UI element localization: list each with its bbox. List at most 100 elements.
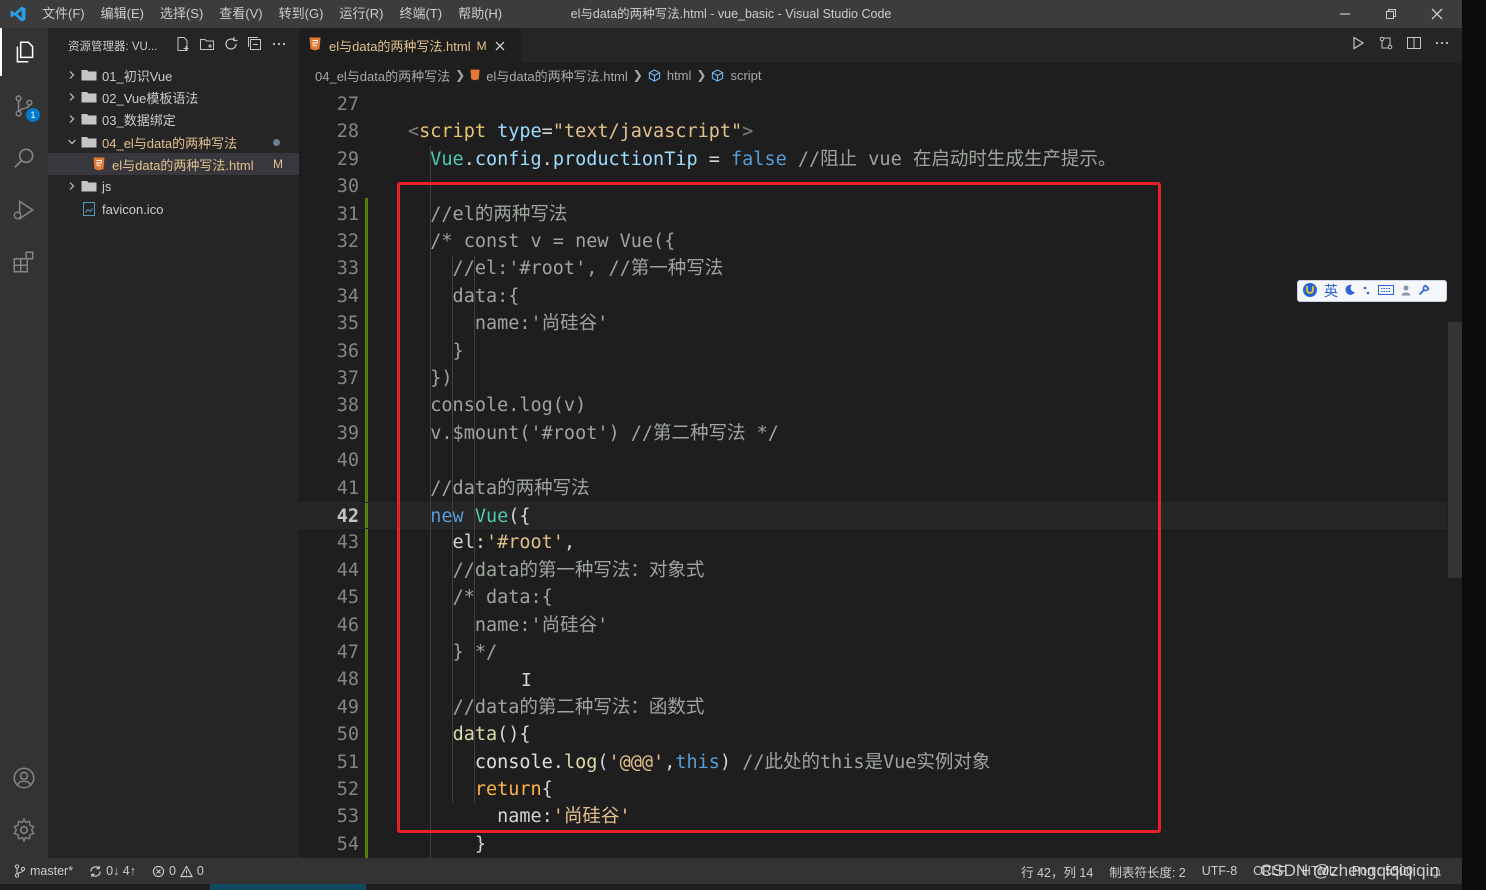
code-line[interactable]: 51 console.log('@@@',this) //此处的this是Vue… [299,749,1447,776]
status-encoding[interactable]: UTF-8 [1194,864,1245,878]
status-problems[interactable]: 0 0 [144,864,212,878]
tree-folder-01[interactable]: 01_初识Vue [48,64,299,86]
activity-extensions[interactable] [0,238,48,286]
breadcrumb-html[interactable]: html [667,68,692,83]
line-number: 50 [336,724,359,746]
editor-more-button[interactable] [1434,35,1450,56]
status-indentation[interactable]: 制表符长度: 2 [1101,862,1193,881]
tree-label: 04_el与data的两种写法 [102,135,238,151]
menu-file[interactable]: 文件(F) [36,0,93,28]
collapse-all-button[interactable] [247,36,263,55]
code-line[interactable]: 37 }) [299,365,1447,392]
run-button[interactable] [1350,35,1366,56]
code-line[interactable]: 35 name:'尚硅谷' [299,310,1447,337]
moon-icon[interactable] [1344,283,1356,299]
code-line[interactable]: 54 } [299,831,1447,858]
code-line[interactable]: 38 console.log(v) [299,392,1447,419]
code-line[interactable]: 43 el:'#root', [299,529,1447,556]
more-actions-button[interactable] [271,36,287,55]
code-line[interactable]: 45 /* data:{ [299,584,1447,611]
menu-help[interactable]: 帮助(H) [450,0,510,28]
line-number: 45 [336,587,359,609]
new-folder-button[interactable] [199,36,215,55]
menu-selection[interactable]: 选择(S) [152,0,211,28]
menu-run[interactable]: 运行(R) [331,0,391,28]
git-modified-badge: M [273,157,283,171]
tree-folder-02[interactable]: 02_Vue模板语法 [48,86,299,108]
code-line[interactable]: 33 //el:'#root', //第一种写法 [299,255,1447,282]
tree-folder-03[interactable]: 03_数据绑定 [48,108,299,130]
status-cursor-position[interactable]: 行 42，列 14 [1013,862,1101,881]
line-number: 32 [336,231,359,252]
open-changes-button[interactable] [1378,35,1394,56]
code-line[interactable]: 50 data(){ [299,721,1447,748]
close-window-button[interactable] [1414,0,1460,28]
tab-close-button[interactable] [495,38,505,54]
breadcrumb-script[interactable]: script [730,68,761,83]
collapse-all-icon [248,37,261,50]
code-line[interactable]: 32 /* const v = new Vue({ [299,228,1447,255]
menu-view[interactable]: 查看(V) [211,0,270,28]
code-text: data:{ [408,285,520,307]
breadcrumb-folder[interactable]: 04_el与data的两种写法 [315,66,450,85]
code-line[interactable]: 41 //data的两种写法 [299,475,1447,502]
tree-folder-js[interactable]: js [48,175,299,197]
refresh-button[interactable] [223,36,239,55]
activity-explorer[interactable] [0,28,48,76]
user-icon[interactable] [1400,283,1412,299]
tree-file-favicon[interactable]: favicon.ico [48,198,299,220]
code-line[interactable]: 28 <script type="text/javascript"> [299,118,1447,145]
activity-run-debug[interactable] [0,186,48,234]
tree-folder-04[interactable]: 04_el与data的两种写法 [48,131,299,153]
code-line[interactable]: 44 //data的第一种写法：对象式 [299,557,1447,584]
code-line[interactable]: 49 //data的第二种写法：函数式 [299,694,1447,721]
chevron-down-icon [64,131,80,153]
code-line[interactable]: 29 Vue.config.productionTip = false //阻止… [299,146,1447,173]
code-line[interactable]: 27 [299,91,1447,118]
tree-file-html[interactable]: el与data的两种写法.html M [48,153,299,175]
new-file-button[interactable] [175,36,191,55]
activity-source-control[interactable]: 1 [0,82,48,130]
menu-go[interactable]: 转到(G) [271,0,332,28]
status-sync[interactable]: 0↓ 4↑ [81,864,144,878]
code-line[interactable]: 31 //el的两种写法 [299,201,1447,228]
menu-edit[interactable]: 编辑(E) [93,0,152,28]
title-bar: 文件(F) 编辑(E) 选择(S) 查看(V) 转到(G) 运行(R) 终端(T… [0,0,1462,28]
activity-search[interactable] [0,134,48,182]
scrollbar-thumb[interactable] [1448,322,1462,578]
activity-accounts[interactable] [0,754,48,802]
breadcrumb-file[interactable]: el与data的两种写法.html [486,66,628,85]
code-editor[interactable]: 27 28 <script type="text/javascript"> 29 Vu… [299,87,1462,858]
explorer-title: 资源管理器: VU... [68,40,158,53]
code-line[interactable]: 47 } */ [299,639,1447,666]
split-editor-button[interactable] [1406,35,1422,56]
code-line[interactable]: 36 } [299,338,1447,365]
warning-icon [179,864,193,877]
activity-manage[interactable] [0,806,48,854]
code-line[interactable]: 40 [299,447,1447,474]
menu-terminal[interactable]: 终端(T) [391,0,450,28]
wrench-icon[interactable] [1418,283,1430,299]
code-line[interactable]: 52 return{ [299,776,1447,803]
folder-icon [80,86,98,108]
tab-el-data-html[interactable]: el与data的两种写法.html M [299,28,521,63]
code-line[interactable]: 42 new Vue({ [299,502,1447,530]
code-line[interactable]: 39 v.$mount('#root') //第二种写法 */ [299,420,1447,447]
code-line[interactable]: 53 name:'尚硅谷' [299,803,1447,830]
punctuation-icon[interactable] [1362,283,1372,299]
code-text: name:'尚硅谷' [408,614,609,636]
git-branch-icon [14,864,26,878]
code-line[interactable]: 48 [299,666,1447,693]
ime-toolbar[interactable]: 英 [1297,280,1447,302]
status-branch[interactable]: master* [0,864,81,878]
minimize-button[interactable] [1322,0,1368,28]
code-line[interactable]: 46 name:'尚硅谷' [299,612,1447,639]
status-bar: master* 0↓ 4↑ 0 0 行 42，列 14 制表符长度: 2 UTF… [0,858,1462,884]
line-number: 40 [336,450,359,472]
code-line[interactable]: 30 [299,173,1447,200]
keyboard-icon[interactable] [1378,283,1394,299]
code-line[interactable]: 34 data:{ [299,283,1447,310]
warning-count: 0 [196,864,204,878]
ime-lang-label[interactable]: 英 [1324,281,1338,301]
restore-button[interactable] [1368,0,1414,28]
